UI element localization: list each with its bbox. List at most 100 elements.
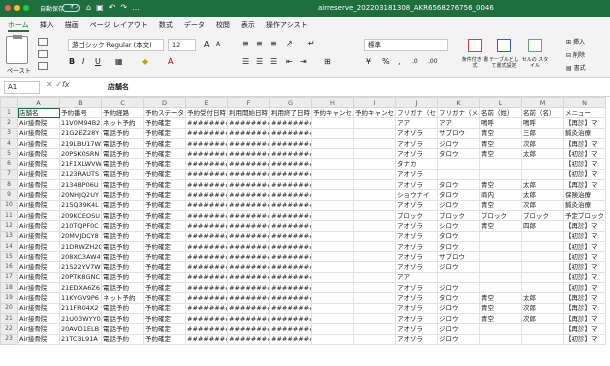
row-header[interactable]: 9: [0, 189, 18, 201]
cell[interactable]: 青空: [479, 137, 522, 150]
cell[interactable]: 電話予約: [101, 323, 144, 335]
cell[interactable]: 予約番号: [59, 106, 102, 119]
cell[interactable]: 電話予約: [101, 271, 144, 284]
wrap-text-icon[interactable]: ↵: [308, 39, 315, 49]
cell[interactable]: Air接骨院: [17, 240, 60, 253]
cell[interactable]: アオゾラ: [395, 148, 438, 160]
cell[interactable]: 【再診】マ: [563, 323, 606, 335]
cell[interactable]: [311, 148, 354, 160]
cell[interactable]: アオゾラ: [395, 230, 438, 242]
cell[interactable]: 予約確定: [143, 127, 186, 139]
cell[interactable]: ジロウ: [437, 282, 480, 294]
cell[interactable]: アオゾラ: [395, 251, 438, 263]
cell[interactable]: ##########: [269, 282, 312, 294]
cell[interactable]: 11V0M94B2: [59, 117, 102, 129]
cell[interactable]: ##########: [185, 117, 228, 129]
zoom-window-button[interactable]: [23, 5, 29, 11]
cell[interactable]: 【再診】マ: [563, 179, 606, 191]
column-header[interactable]: H: [311, 97, 354, 108]
cell[interactable]: [311, 333, 354, 345]
cell[interactable]: 利用開始日時: [227, 106, 270, 119]
cell[interactable]: 青空: [479, 312, 522, 325]
cell[interactable]: [311, 199, 354, 211]
cell[interactable]: [521, 168, 564, 181]
cell[interactable]: Air接骨院: [17, 302, 60, 314]
cell[interactable]: ##########: [227, 199, 270, 211]
cell[interactable]: Air接骨院: [17, 261, 60, 273]
cell[interactable]: 【初診】マ: [563, 271, 606, 284]
cell[interactable]: 青空: [479, 179, 522, 191]
column-header[interactable]: D: [143, 97, 186, 108]
cell[interactable]: [311, 251, 354, 263]
cell[interactable]: [479, 333, 522, 345]
percent-icon[interactable]: %: [382, 57, 390, 67]
conditional-formatting-icon[interactable]: [468, 39, 482, 52]
cell[interactable]: タロウ: [437, 179, 480, 191]
cell[interactable]: 予約確定: [143, 240, 186, 253]
cell[interactable]: 予約確定: [143, 302, 186, 314]
insert-function-button[interactable]: fx: [62, 80, 70, 89]
cell[interactable]: ネット予約: [101, 117, 144, 129]
cell[interactable]: 太郎: [521, 148, 564, 160]
column-header[interactable]: C: [101, 97, 144, 108]
cell[interactable]: ##########: [227, 292, 270, 304]
cell[interactable]: 21DRWZH2C: [59, 240, 102, 253]
cell[interactable]: 予約確定: [143, 292, 186, 304]
cell[interactable]: [353, 333, 396, 345]
column-header[interactable]: K: [437, 97, 480, 108]
cell[interactable]: [353, 199, 396, 211]
decrease-decimal-icon[interactable]: .00: [428, 57, 438, 67]
cell[interactable]: アオゾラ: [395, 282, 438, 294]
cell[interactable]: ##########: [185, 271, 228, 284]
cell[interactable]: ##########: [269, 158, 312, 170]
cell[interactable]: [437, 158, 480, 170]
cell[interactable]: Air接骨院: [17, 271, 60, 284]
cell[interactable]: 209KCEOSU: [59, 209, 102, 222]
cell[interactable]: ##########: [185, 302, 228, 314]
cell[interactable]: [353, 137, 396, 150]
cell[interactable]: 予約確定: [143, 209, 186, 222]
row-header[interactable]: 11: [0, 209, 18, 222]
currency-icon[interactable]: ¥: [366, 57, 371, 67]
cell[interactable]: 21F1XLWVW: [59, 158, 102, 170]
cell[interactable]: ##########: [269, 127, 312, 139]
cell[interactable]: [521, 251, 564, 263]
copy-icon[interactable]: [38, 50, 48, 58]
cell[interactable]: ##########: [185, 292, 228, 304]
cell[interactable]: ##########: [185, 189, 228, 201]
cell[interactable]: [521, 240, 564, 253]
cell[interactable]: ##########: [185, 209, 228, 222]
increase-indent-icon[interactable]: ⇥: [300, 57, 307, 67]
cell[interactable]: [311, 220, 354, 232]
ribbon-tab[interactable]: 操作アシスト: [266, 17, 308, 33]
cell[interactable]: 太郎: [521, 189, 564, 201]
column-header[interactable]: A: [17, 97, 60, 108]
row-header[interactable]: 23: [0, 333, 18, 345]
cell[interactable]: 青空: [479, 148, 522, 160]
cell[interactable]: 青空: [479, 302, 522, 314]
cell[interactable]: [353, 261, 396, 273]
format-painter-icon[interactable]: [38, 62, 48, 70]
cell[interactable]: ネット予約: [101, 292, 144, 304]
column-header[interactable]: N: [563, 97, 606, 108]
close-window-button[interactable]: [5, 5, 11, 11]
cell[interactable]: 鍼灸治療: [563, 127, 606, 139]
ribbon-tab[interactable]: ページ レイアウト: [90, 17, 148, 33]
cell[interactable]: 【初診】マ: [563, 158, 606, 170]
cell[interactable]: 予約確定: [143, 148, 186, 160]
conditional-formatting-label[interactable]: 条件付き 書式: [460, 57, 490, 69]
cell[interactable]: Air接骨院: [17, 127, 60, 139]
cell[interactable]: アオゾラ: [395, 199, 438, 211]
orientation-icon[interactable]: ↗: [286, 39, 293, 49]
cell[interactable]: Air接骨院: [17, 282, 60, 294]
cell[interactable]: [521, 261, 564, 273]
cell[interactable]: 電話予約: [101, 168, 144, 181]
align-bottom-icon[interactable]: ≡: [270, 39, 277, 49]
cell[interactable]: ##########: [185, 333, 228, 345]
cell[interactable]: 208XC3AW4: [59, 251, 102, 263]
row-header[interactable]: 19: [0, 292, 18, 304]
cell[interactable]: ##########: [269, 199, 312, 211]
cell[interactable]: Air接骨院: [17, 220, 60, 232]
cell[interactable]: 青空: [479, 127, 522, 139]
cell[interactable]: 電話予約: [101, 302, 144, 314]
